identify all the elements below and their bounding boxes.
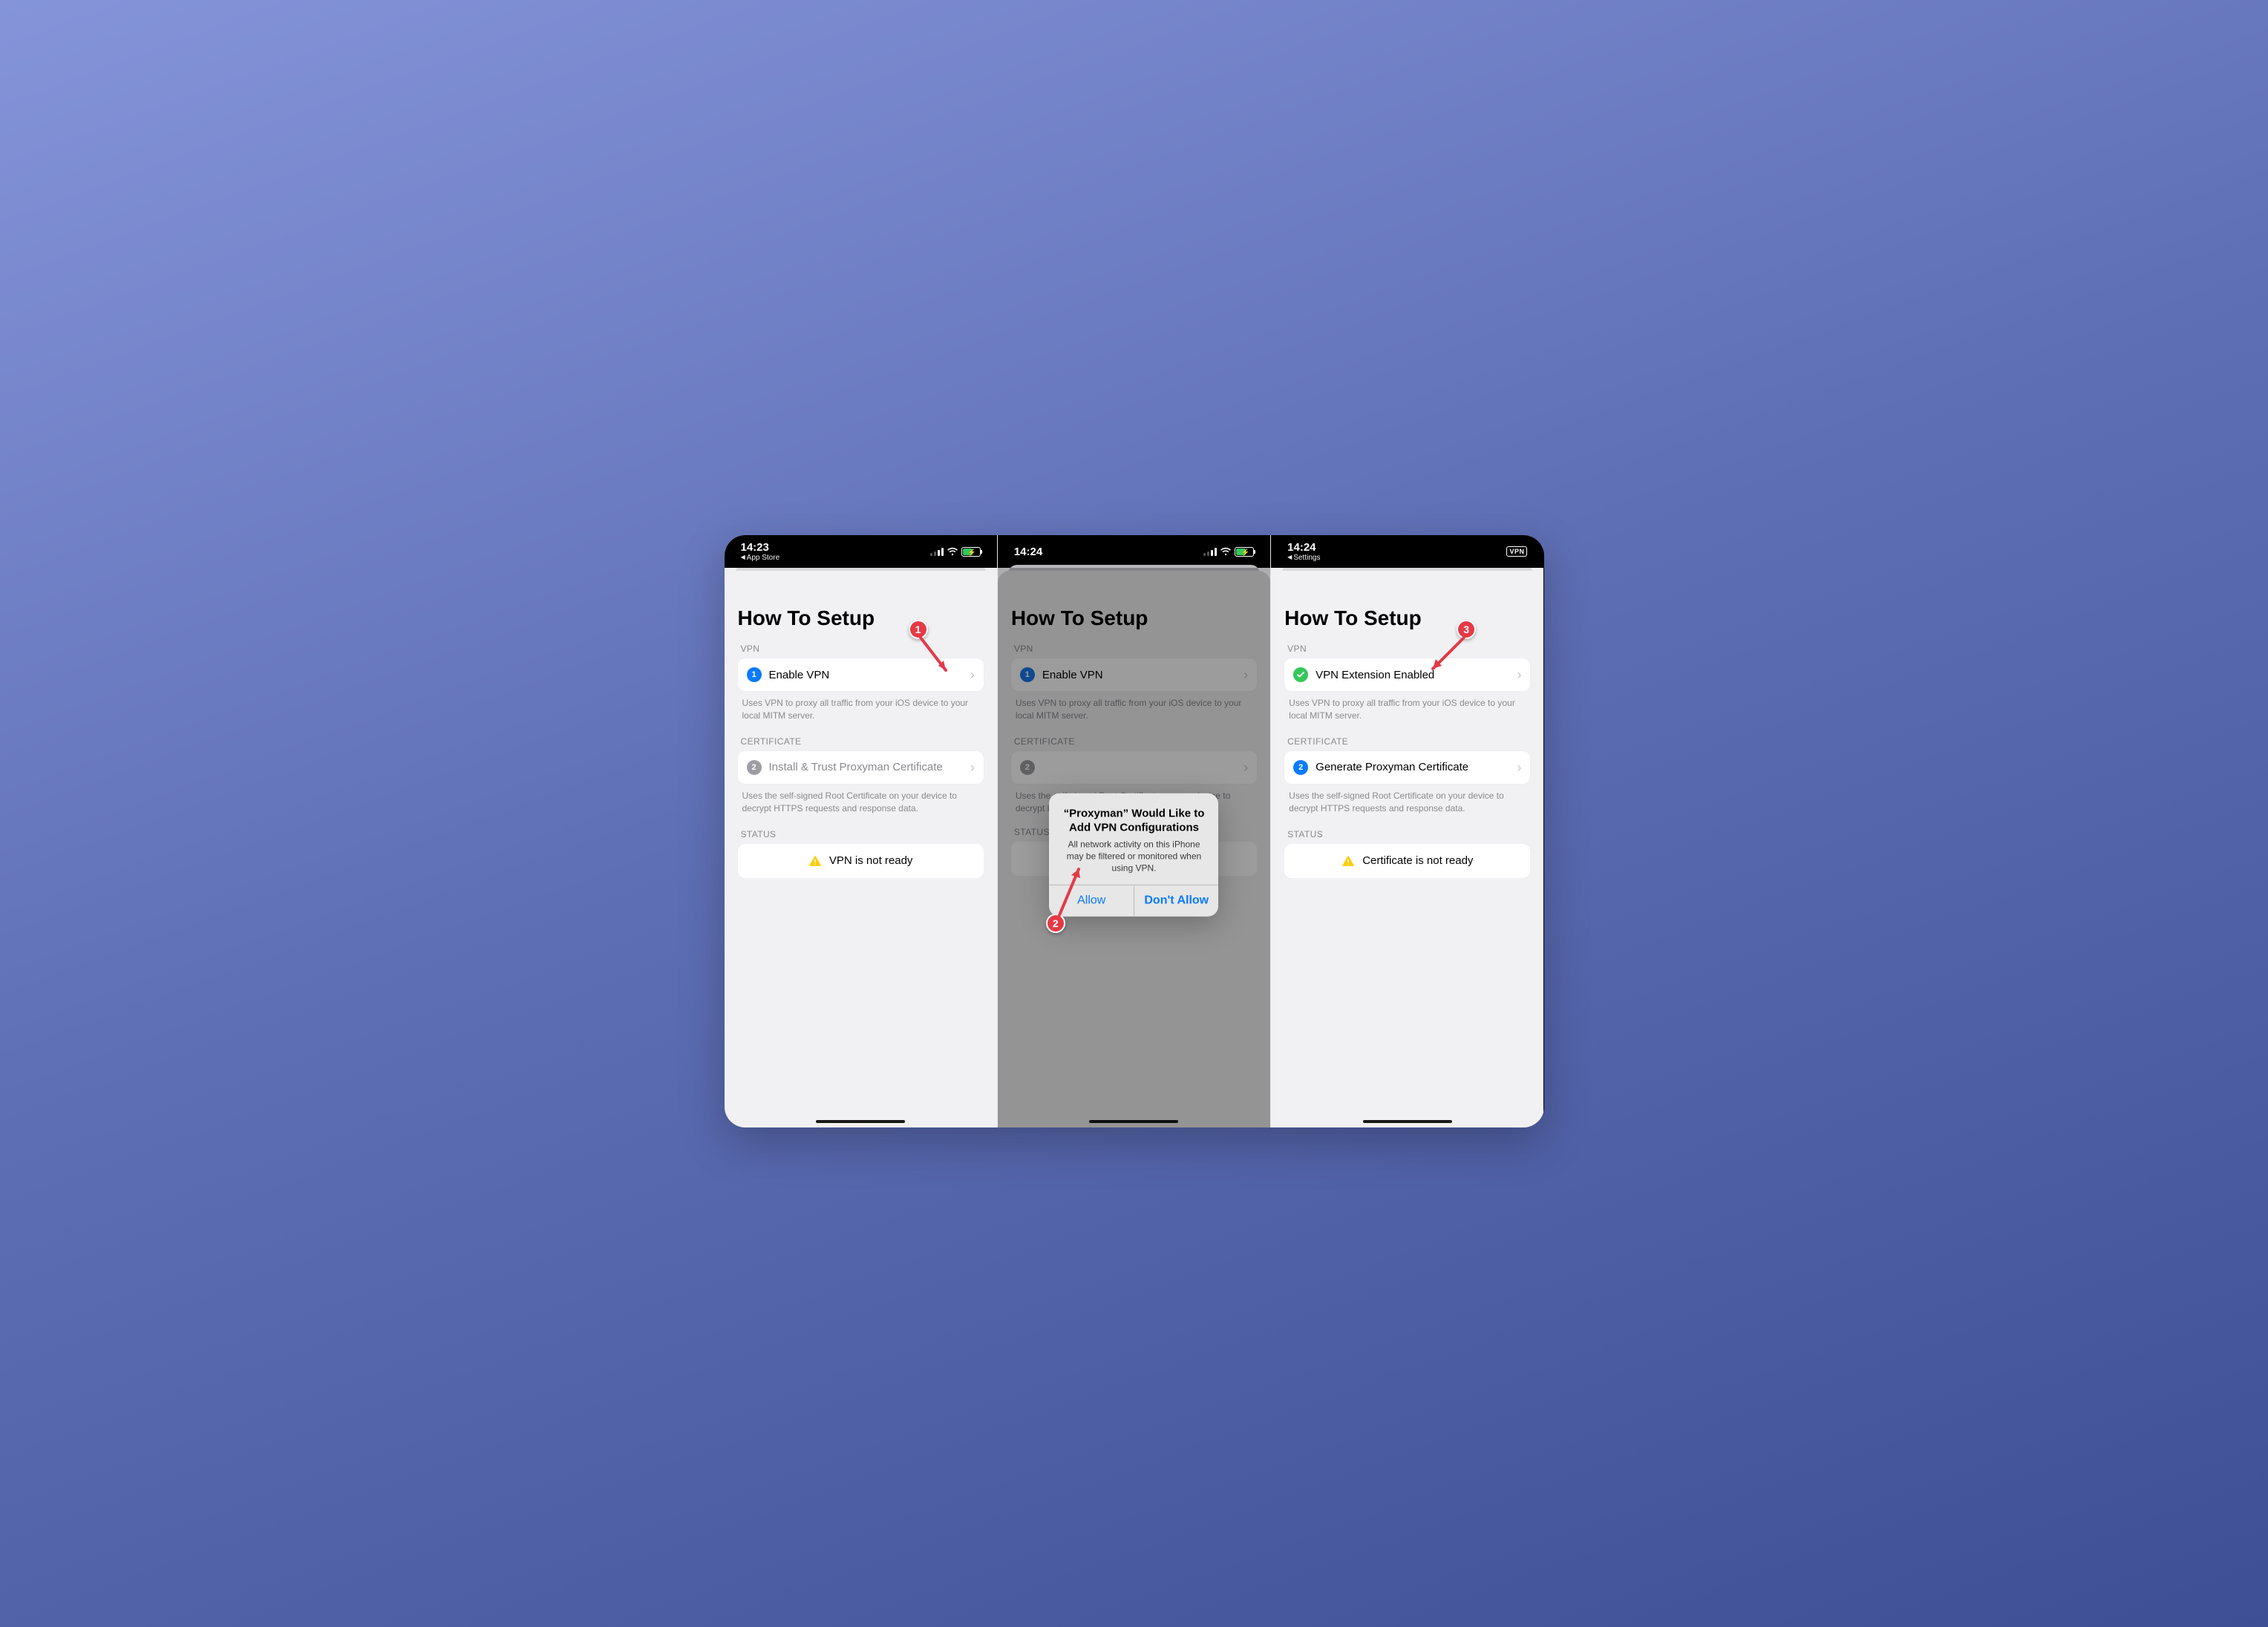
section-label-status: STATUS	[1287, 829, 1530, 839]
wifi-icon	[947, 547, 958, 556]
row-enable-vpn[interactable]: 1 Enable VPN ›	[738, 658, 984, 691]
row-install-cert[interactable]: 2 Install & Trust Proxyman Certificate ›	[738, 751, 984, 784]
section-footer-vpn: Uses VPN to proxy all traffic from your …	[742, 697, 979, 723]
row-install-cert[interactable]: 2 ›	[1011, 751, 1257, 784]
status-back-link[interactable]: Settings	[1287, 554, 1320, 562]
row-generate-cert[interactable]: 2 Generate Proxyman Certificate ›	[1284, 751, 1530, 784]
chevron-right-icon: ›	[1244, 668, 1248, 681]
status-text: Certificate is not ready	[1362, 854, 1473, 867]
warning-icon	[1341, 854, 1355, 868]
alert-message: All network activity on this iPhone may …	[1059, 839, 1208, 875]
status-row: VPN is not ready	[738, 844, 984, 878]
status-bar: 14:24 ⚡	[998, 535, 1270, 568]
section-label-vpn: VPN	[1014, 644, 1257, 654]
screenshot-card: 14:23 App Store ⚡ How To Setup VPN 1 Ena…	[725, 535, 1544, 1127]
phone-2: 14:24 ⚡ How To Setup VPN 1 Enable VPN ›	[997, 535, 1270, 1127]
status-bar: 14:23 App Store ⚡	[725, 535, 997, 568]
battery-icon: ⚡	[1235, 547, 1254, 557]
row-vpn-enabled[interactable]: VPN Extension Enabled ›	[1284, 658, 1530, 691]
row-label: Enable VPN	[769, 669, 963, 681]
status-text: VPN is not ready	[829, 854, 913, 867]
home-indicator	[1089, 1120, 1178, 1123]
section-label-cert: CERTIFICATE	[741, 736, 984, 747]
page-title: How To Setup	[1284, 606, 1530, 630]
status-icons: ⚡	[930, 547, 981, 557]
section-footer-cert: Uses the self-signed Root Certificate on…	[742, 790, 979, 816]
row-enable-vpn[interactable]: 1 Enable VPN ›	[1011, 658, 1257, 691]
row-label: Enable VPN	[1042, 669, 1236, 681]
status-time: 14:23	[741, 542, 780, 553]
step-badge-1: 1	[1020, 667, 1035, 682]
cellular-icon	[1203, 547, 1217, 556]
page-title: How To Setup	[1011, 606, 1257, 630]
section-footer-cert: Uses the self-signed Root Certificate on…	[1289, 790, 1526, 816]
alert-allow-button[interactable]: Allow	[1049, 885, 1134, 917]
row-label: VPN Extension Enabled	[1316, 669, 1509, 681]
row-label: Generate Proxyman Certificate	[1316, 761, 1509, 773]
status-icons: VPN	[1506, 546, 1527, 557]
alert-title: “Proxyman” Would Like to Add VPN Configu…	[1059, 807, 1208, 836]
check-icon	[1293, 667, 1308, 682]
system-alert: “Proxyman” Would Like to Add VPN Configu…	[1049, 793, 1218, 917]
alert-dont-allow-button[interactable]: Don't Allow	[1134, 885, 1219, 917]
phone-1: 14:23 App Store ⚡ How To Setup VPN 1 Ena…	[725, 535, 997, 1127]
chevron-right-icon: ›	[1517, 761, 1521, 774]
wifi-icon	[1220, 547, 1232, 556]
cellular-icon	[930, 547, 944, 556]
status-back-link[interactable]: App Store	[741, 554, 780, 562]
section-label-cert: CERTIFICATE	[1014, 736, 1257, 747]
home-indicator	[1363, 1120, 1452, 1123]
step-badge-2: 2	[747, 760, 762, 775]
status-time: 14:24	[1014, 546, 1042, 557]
stage: 14:23 App Store ⚡ How To Setup VPN 1 Ena…	[659, 473, 1610, 1154]
section-label-vpn: VPN	[741, 644, 984, 654]
home-indicator	[816, 1120, 905, 1123]
chevron-right-icon: ›	[970, 668, 975, 681]
section-label-status: STATUS	[741, 829, 984, 839]
section-label-vpn: VPN	[1287, 644, 1530, 654]
vpn-badge-icon: VPN	[1506, 546, 1527, 557]
warning-icon	[808, 854, 822, 868]
phone-3: 14:24 Settings VPN How To Setup VPN VP	[1270, 535, 1543, 1127]
status-bar: 14:24 Settings VPN	[1271, 535, 1543, 568]
page-title: How To Setup	[738, 606, 984, 630]
chevron-right-icon: ›	[1517, 668, 1521, 681]
step-badge-2: 2	[1293, 760, 1308, 775]
section-footer-vpn: Uses VPN to proxy all traffic from your …	[1016, 697, 1252, 723]
section-label-cert: CERTIFICATE	[1287, 736, 1530, 747]
status-icons: ⚡	[1203, 547, 1254, 557]
row-label: Install & Trust Proxyman Certificate	[769, 761, 963, 773]
status-time: 14:24	[1287, 542, 1320, 553]
status-row: Certificate is not ready	[1284, 844, 1530, 878]
chevron-right-icon: ›	[1244, 761, 1248, 774]
chevron-right-icon: ›	[970, 761, 975, 774]
battery-icon: ⚡	[961, 547, 981, 557]
step-badge-1: 1	[747, 667, 762, 682]
section-footer-vpn: Uses VPN to proxy all traffic from your …	[1289, 697, 1526, 723]
step-badge-2: 2	[1020, 760, 1035, 775]
